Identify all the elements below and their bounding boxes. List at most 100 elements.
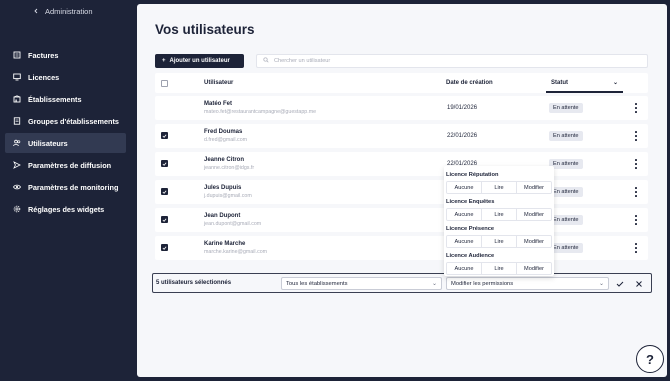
search-input[interactable]: Chercher un utilisateur <box>256 54 648 68</box>
sidebar-item-licences[interactable]: Licences <box>5 67 126 87</box>
sidebar: Administration Factures Licences Établis… <box>0 0 133 381</box>
back-label: Administration <box>45 7 93 16</box>
table-row[interactable]: Matéo Fet mateo.fet@restaurantcampagne@g… <box>155 96 648 120</box>
column-status[interactable]: Statut <box>551 80 568 86</box>
row-checkbox[interactable] <box>161 244 168 251</box>
send-icon <box>13 161 21 169</box>
chevron-left-icon <box>33 7 39 16</box>
main-panel: Vos utilisateurs + Ajouter un utilisateu… <box>137 4 667 377</box>
active-sort-indicator <box>546 91 623 93</box>
user-name: Jean Dupont <box>204 213 241 219</box>
select-all-checkbox[interactable] <box>161 80 168 87</box>
row-menu-icon[interactable] <box>634 159 638 169</box>
user-email: jeanne.citron@idgs.fr <box>204 165 255 171</box>
row-menu-icon[interactable] <box>634 103 638 113</box>
status-badge: En attente <box>549 187 583 197</box>
help-button[interactable]: ? <box>636 345 664 373</box>
user-name: Jeanne Citron <box>204 157 245 163</box>
sidebar-item-label: Réglages des widgets <box>28 204 105 214</box>
option-lire[interactable]: Lire <box>482 209 517 220</box>
add-user-button[interactable]: + Ajouter un utilisateur <box>155 54 244 68</box>
column-user[interactable]: Utilisateur <box>204 80 233 86</box>
table-row[interactable]: Jeanne Citron jeanne.citron@idgs.fr 22/0… <box>155 152 648 176</box>
row-checkbox[interactable] <box>161 160 168 167</box>
option-aucune[interactable]: Aucune <box>447 263 482 274</box>
page-title: Vos utilisateurs <box>155 22 255 37</box>
sidebar-item-label: Factures <box>28 50 59 60</box>
sidebar-item-label: Paramètres de diffusion <box>28 160 112 170</box>
close-icon[interactable] <box>634 279 643 288</box>
option-lire[interactable]: Lire <box>482 182 517 193</box>
back-to-administration-link[interactable]: Administration <box>33 7 93 16</box>
table-header: Utilisateur Date de création Statut ⌄ <box>155 73 648 93</box>
table-row[interactable]: Jules Dupuis j.dupuis@gmail.com En atten… <box>155 180 648 204</box>
bulk-action-bar: 5 utilisateurs sélectionnés Tous les éta… <box>152 273 652 293</box>
user-email: j.dupuis@gmail.com <box>204 193 252 199</box>
row-checkbox[interactable] <box>161 188 168 195</box>
sidebar-item-label: Utilisateurs <box>28 138 68 148</box>
users-icon <box>13 139 21 147</box>
sidebar-item-label: Groupes d'établissements <box>28 116 119 126</box>
establishments-select[interactable]: Tous les établissements ⌄ <box>281 277 442 290</box>
confirm-check-icon[interactable] <box>615 279 624 288</box>
row-menu-icon[interactable] <box>634 131 638 141</box>
licence-title: Licence Audience <box>446 253 495 259</box>
option-modifier[interactable]: Modifier <box>517 182 551 193</box>
status-badge: En attente <box>549 103 583 113</box>
sidebar-item-monitoring[interactable]: Paramètres de monitoring <box>5 177 126 197</box>
licence-audience-options: Aucune Lire Modifier <box>446 262 552 275</box>
sidebar-item-etablissements[interactable]: Établissements <box>5 89 126 109</box>
user-name: Karine Marche <box>204 241 246 247</box>
sidebar-item-factures[interactable]: Factures <box>5 45 126 65</box>
table-row[interactable]: Fred Doumas d.fred@gmail.com 22/01/2026 … <box>155 124 648 148</box>
row-menu-icon[interactable] <box>634 187 638 197</box>
building-icon <box>13 95 21 103</box>
option-modifier[interactable]: Modifier <box>517 236 551 247</box>
table-row[interactable]: Jean Dupont jean.dupont@gmail.com En att… <box>155 208 648 232</box>
sidebar-item-groupes[interactable]: Groupes d'établissements <box>5 111 126 131</box>
sort-chevron-icon[interactable]: ⌄ <box>613 79 618 86</box>
status-badge: En attente <box>549 243 583 253</box>
user-email: marche.karine@gmail.com <box>204 249 268 255</box>
user-name: Matéo Fet <box>204 101 233 107</box>
status-badge: En attente <box>549 215 583 225</box>
gear-icon <box>13 205 21 213</box>
status-badge: En attente <box>549 159 583 169</box>
row-checkbox[interactable] <box>161 216 168 223</box>
creation-date: 19/01/2026 <box>447 105 478 111</box>
permissions-select-value: Modifier les permissions <box>451 280 514 287</box>
sidebar-item-widgets[interactable]: Réglages des widgets <box>5 199 126 219</box>
row-checkbox[interactable] <box>161 132 168 139</box>
sidebar-item-label: Licences <box>28 72 60 82</box>
licence-title: Licence Réputation <box>446 172 499 178</box>
licence-title: Licence Enquêtes <box>446 199 495 205</box>
add-user-label: Ajouter un utilisateur <box>169 58 230 64</box>
sidebar-item-diffusion[interactable]: Paramètres de diffusion <box>5 155 126 175</box>
selected-count-label: 5 utilisateurs sélectionnés <box>156 280 232 286</box>
option-aucune[interactable]: Aucune <box>447 209 482 220</box>
option-lire[interactable]: Lire <box>482 236 517 247</box>
user-email: jean.dupont@gmail.com <box>204 221 262 227</box>
row-menu-icon[interactable] <box>634 215 638 225</box>
row-menu-icon[interactable] <box>634 243 638 253</box>
document-icon <box>13 117 21 125</box>
option-lire[interactable]: Lire <box>482 263 517 274</box>
option-aucune[interactable]: Aucune <box>447 182 482 193</box>
option-modifier[interactable]: Modifier <box>517 209 551 220</box>
chevron-down-icon: ⌄ <box>431 281 437 287</box>
option-aucune[interactable]: Aucune <box>447 236 482 247</box>
permissions-select[interactable]: Modifier les permissions ⌄ <box>446 277 609 290</box>
sidebar-item-utilisateurs[interactable]: Utilisateurs <box>5 133 126 153</box>
user-name: Fred Doumas <box>204 129 243 135</box>
option-modifier[interactable]: Modifier <box>517 263 551 274</box>
establishments-select-value: Tous les établissements <box>286 280 348 287</box>
column-date[interactable]: Date de création <box>446 80 493 86</box>
search-icon <box>263 57 269 65</box>
eye-icon <box>13 183 21 191</box>
permissions-dropdown: Licence Réputation Aucune Lire Modifier … <box>444 166 554 276</box>
plus-icon: + <box>162 58 166 64</box>
sidebar-item-label: Paramètres de monitoring <box>28 182 119 192</box>
chevron-down-icon: ⌄ <box>598 281 604 287</box>
monitor-icon <box>13 73 21 81</box>
table-row[interactable]: Karine Marche marche.karine@gmail.com En… <box>155 236 648 260</box>
